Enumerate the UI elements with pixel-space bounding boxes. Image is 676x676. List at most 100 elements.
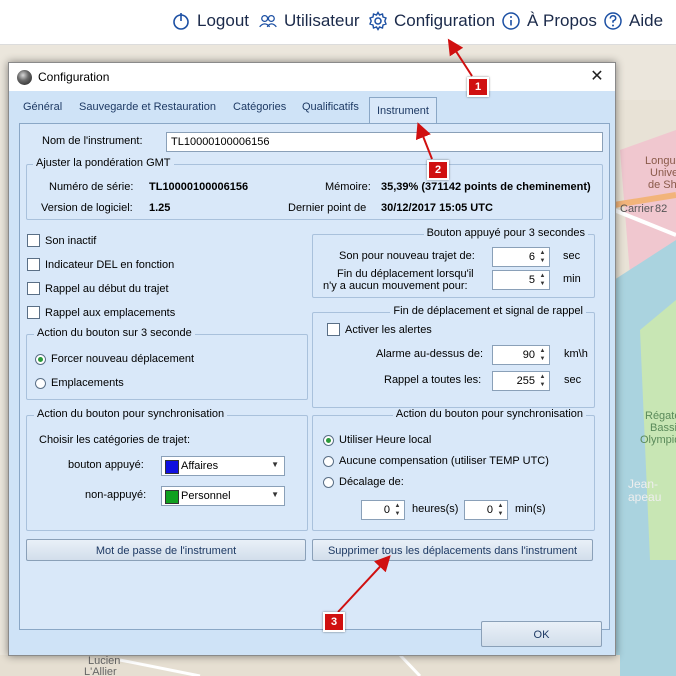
stepper-value: 255 [516, 375, 535, 387]
tab-backup-restore[interactable]: Sauvegarde et Restauration [79, 101, 216, 121]
checkbox-label: Rappel aux emplacements [45, 306, 176, 319]
ok-button[interactable]: OK [481, 621, 602, 647]
logout-link[interactable]: Logout [171, 11, 249, 31]
stepper-value: 5 [528, 274, 535, 286]
about-link[interactable]: À Propos [501, 11, 597, 31]
stepper-arrows-icon[interactable]: ▲ ▼ [537, 249, 548, 265]
close-button[interactable]: ✕ [587, 67, 607, 87]
info-icon [502, 12, 520, 30]
alarm-above-stepper[interactable]: 90 ▲ ▼ [492, 345, 550, 365]
end-trip-reminder-group: Fin de déplacement et signal de rappel A… [312, 305, 595, 408]
reminder-every-stepper[interactable]: 255 ▲ ▼ [492, 371, 550, 391]
checkbox-box [27, 306, 40, 319]
map-label: Univer [650, 167, 676, 179]
instrument-panel: Nom de l'instrument: TL10000100006156 Aj… [19, 123, 610, 630]
stepper-arrows-icon[interactable]: ▲ ▼ [537, 347, 548, 363]
tab-categories[interactable]: Catégories [233, 101, 286, 121]
unit-label: min [563, 273, 581, 285]
help-label: Aide [629, 11, 664, 30]
radio-dot [323, 434, 334, 446]
select-value: Affaires [181, 460, 219, 472]
chevron-down-icon: ▼ [271, 490, 279, 499]
unit-label: sec [564, 374, 582, 386]
locations-radio[interactable]: Emplacements [35, 377, 124, 389]
chevron-down-icon: ▼ [271, 460, 279, 469]
pressed-label: bouton appuyé: [68, 459, 144, 471]
use-local-time-radio[interactable]: Utiliser Heure local [323, 434, 431, 446]
map-label: Carrier [620, 203, 654, 215]
dialog-title: Configuration [38, 70, 110, 84]
force-new-trip-radio[interactable]: Forcer nouveau déplacement [35, 353, 194, 365]
radio-label: Utiliser Heure local [339, 434, 432, 446]
offset-minutes-stepper[interactable]: 0 ▲ ▼ [464, 500, 508, 520]
dialog-titlebar: Configuration ✕ [9, 63, 615, 91]
group-title: Action du bouton pour synchronisation [392, 408, 586, 420]
delete-all-trips-button[interactable]: Supprimer tous les déplacements dans l'i… [312, 539, 593, 561]
instrument-password-button[interactable]: Mot de passe de l'instrument [26, 539, 306, 561]
help-icon [604, 12, 622, 30]
configuration-link[interactable]: Configuration [368, 11, 495, 31]
remind-locations-checkbox[interactable]: Rappel aux emplacements [27, 306, 175, 319]
stepper-arrows-icon[interactable]: ▲ ▼ [537, 272, 548, 288]
stepper-value: 0 [486, 504, 493, 516]
tab-instrument[interactable]: Instrument [369, 97, 437, 124]
no-compensation-radio[interactable]: Aucune compensation (utiliser TEMP UTC) [323, 455, 549, 467]
sound-new-trip-label: Son pour nouveau trajet de: [339, 250, 475, 262]
led-indicator-checkbox[interactable]: Indicateur DEL en fonction [27, 258, 174, 271]
checkbox-label: Son inactif [45, 234, 97, 247]
checkbox-label: Activer les alertes [345, 323, 432, 336]
app-logo-icon [17, 70, 32, 85]
offset-radio[interactable]: Décalage de: [323, 476, 404, 488]
unit-label: km\h [564, 348, 588, 360]
radio-dot [35, 377, 46, 389]
button-3s-action-group: Action du bouton sur 3 seconde Forcer no… [26, 327, 308, 400]
software-version-label: Version de logiciel: [41, 202, 133, 214]
sound-inactive-checkbox[interactable]: Son inactif [27, 234, 96, 247]
last-point-label: Dernier point de [288, 202, 367, 214]
alarm-above-label: Alarme au-dessus de: [376, 348, 483, 360]
tab-general[interactable]: Général [23, 101, 62, 121]
group-title: Bouton appuyé pour 3 secondes [423, 227, 588, 239]
unit-label: sec [563, 250, 581, 262]
pressed-category-select[interactable]: Affaires ▼ [161, 456, 285, 476]
radio-dot [323, 455, 334, 467]
choose-categories-label: Choisir les catégories de trajet: [39, 434, 191, 446]
checkbox-label: Rappel au début du trajet [45, 282, 169, 295]
radio-dot [35, 353, 46, 365]
stepper-value: 90 [522, 349, 535, 361]
end-trip-stepper[interactable]: 5 ▲ ▼ [492, 270, 550, 290]
user-link[interactable]: Utilisateur [258, 11, 360, 31]
serial-label: Numéro de série: [49, 181, 134, 193]
radio-label: Aucune compensation (utiliser TEMP UTC) [339, 455, 549, 467]
help-link[interactable]: Aide [603, 11, 663, 31]
remind-trip-start-checkbox[interactable]: Rappel au début du trajet [27, 282, 169, 295]
unpressed-label: non-appuyé: [85, 489, 147, 501]
end-trip-label-line2: n'y a aucun mouvement pour: [323, 280, 468, 292]
tab-qualifiers[interactable]: Qualificatifs [302, 101, 359, 121]
offset-hours-stepper[interactable]: 0 ▲ ▼ [361, 500, 405, 520]
unit-label: heures(s) [412, 503, 459, 515]
sync-time-group: Action du bouton pour synchronisation Ut… [312, 408, 595, 531]
group-title: Action du bouton pour synchronisation [34, 408, 228, 420]
dialog-client-area: Général Sauvegarde et Restauration Catég… [9, 91, 615, 655]
map-label: de Sherb [648, 179, 676, 191]
end-trip-label-line1: Fin du déplacement lorsqu'il [337, 268, 474, 280]
button-pressed-3s-group: Bouton appuyé pour 3 secondes Son pour n… [312, 227, 595, 298]
software-version-value: 1.25 [149, 202, 171, 214]
stepper-arrows-icon[interactable]: ▲ ▼ [495, 502, 506, 518]
map-label: 82 [655, 203, 668, 215]
stepper-value: 0 [383, 504, 390, 516]
unpressed-category-select[interactable]: Personnel ▼ [161, 486, 285, 506]
configuration-label: Configuration [394, 11, 496, 30]
map-label: L'Allier [84, 666, 117, 676]
instrument-name-label: Nom de l'instrument: [42, 135, 143, 147]
stepper-arrows-icon[interactable]: ▲ ▼ [392, 502, 403, 518]
instrument-name-input[interactable]: TL10000100006156 [166, 132, 603, 152]
sound-new-trip-stepper[interactable]: 6 ▲ ▼ [492, 247, 550, 267]
checkbox-label: Indicateur DEL en fonction [45, 258, 175, 271]
sync-categories-group: Action du bouton pour synchronisation Ch… [26, 408, 308, 531]
checkbox-box [327, 323, 340, 336]
map-label: Longue [645, 155, 676, 167]
stepper-arrows-icon[interactable]: ▲ ▼ [537, 373, 548, 389]
enable-alerts-checkbox[interactable]: Activer les alertes [327, 323, 432, 336]
